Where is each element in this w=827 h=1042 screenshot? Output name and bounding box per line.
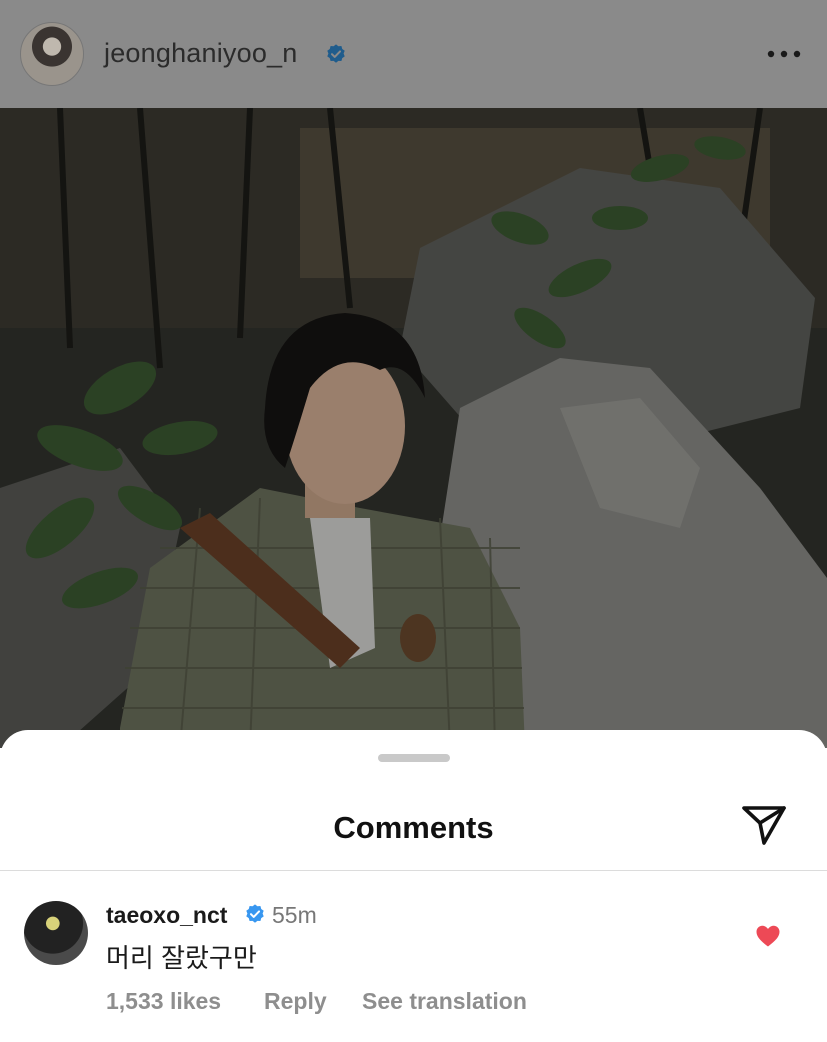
comment-timestamp: 55m [272,902,317,928]
more-horizontal-icon[interactable] [766,44,802,64]
sheet-divider [0,870,827,871]
commenter-avatar[interactable] [24,901,88,965]
sheet-grabber[interactable] [378,754,450,762]
post-header: jeonghaniyoo_n [0,0,827,108]
commenter-username[interactable]: taeoxo_nct [106,902,227,929]
heart-icon[interactable] [755,924,781,948]
post-author-avatar[interactable] [20,22,84,86]
post-photo [0,108,827,748]
photo-dim-overlay [0,108,827,748]
comments-title: Comments [333,810,494,845]
see-translation-button[interactable]: See translation [362,988,527,1015]
verified-badge-icon [327,44,345,63]
comment-likes-count[interactable]: 1,533 likes [106,988,221,1015]
comments-sheet: Comments taeoxo_nct 55m 머리 잘랐구만 1,533 li… [0,730,827,1042]
post-author-username[interactable]: jeonghaniyoo_n [104,38,297,69]
reply-button[interactable]: Reply [264,988,327,1015]
verified-badge-icon [246,904,264,923]
send-icon[interactable] [740,803,788,847]
comment-text: 머리 잘랐구만 [106,943,257,973]
